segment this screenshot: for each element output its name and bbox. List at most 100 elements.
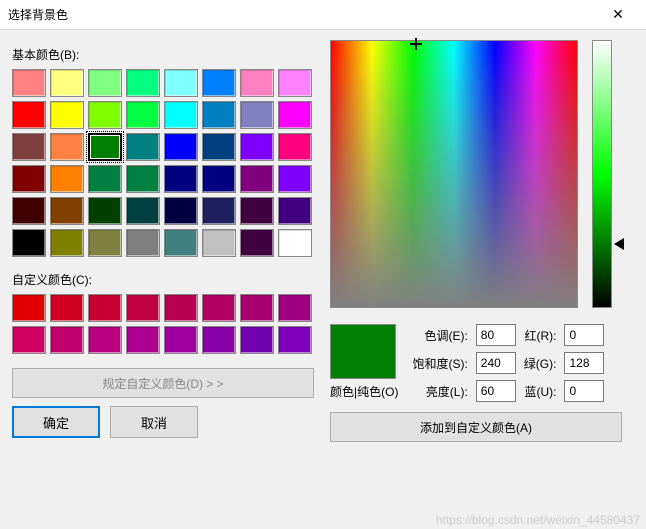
left-pane: 基本颜色(B): 自定义颜色(C): 规定自定义颜色(D) > > 确定 取消 (12, 40, 316, 442)
custom-swatch[interactable] (12, 326, 46, 354)
basic-swatch[interactable] (278, 69, 312, 97)
custom-swatch[interactable] (12, 294, 46, 322)
basic-swatch[interactable] (126, 133, 160, 161)
basic-swatch[interactable] (50, 133, 84, 161)
basic-swatch[interactable] (278, 133, 312, 161)
right-pane: 颜色|纯色(O) 色调(E): 红(R): 饱和度(S): 绿(G): 亮度(L… (330, 40, 634, 442)
basic-swatch[interactable] (202, 197, 236, 225)
dialog-content: 基本颜色(B): 自定义颜色(C): 规定自定义颜色(D) > > 确定 取消 … (0, 30, 646, 448)
numeric-inputs: 色调(E): 红(R): 饱和度(S): 绿(G): 亮度(L): 蓝(U): (412, 324, 604, 402)
custom-swatch[interactable] (278, 294, 312, 322)
blue-input[interactable] (564, 380, 604, 402)
red-input[interactable] (564, 324, 604, 346)
basic-swatch[interactable] (50, 101, 84, 129)
define-custom-button[interactable]: 规定自定义颜色(D) > > (12, 368, 314, 398)
basic-swatch[interactable] (240, 69, 274, 97)
basic-swatch[interactable] (164, 229, 198, 257)
sat-input[interactable] (476, 352, 516, 374)
preview-row: 颜色|纯色(O) 色调(E): 红(R): 饱和度(S): 绿(G): 亮度(L… (330, 324, 634, 402)
basic-swatch[interactable] (126, 101, 160, 129)
basic-swatch[interactable] (126, 69, 160, 97)
basic-swatch[interactable] (88, 101, 122, 129)
basic-swatch[interactable] (278, 229, 312, 257)
custom-swatch[interactable] (202, 294, 236, 322)
custom-swatch[interactable] (240, 326, 274, 354)
basic-swatch[interactable] (202, 229, 236, 257)
basic-swatch[interactable] (126, 197, 160, 225)
luminance-slider[interactable] (592, 40, 612, 308)
custom-swatch[interactable] (164, 294, 198, 322)
custom-colors-label: 自定义颜色(C): (12, 271, 316, 288)
basic-swatch[interactable] (164, 165, 198, 193)
basic-swatch[interactable] (12, 133, 46, 161)
basic-swatch[interactable] (202, 165, 236, 193)
basic-swatch[interactable] (88, 229, 122, 257)
lum-input[interactable] (476, 380, 516, 402)
basic-swatch[interactable] (50, 197, 84, 225)
basic-swatch[interactable] (202, 133, 236, 161)
window-title: 选择背景色 (8, 6, 598, 23)
basic-swatch[interactable] (278, 101, 312, 129)
basic-swatch[interactable] (50, 69, 84, 97)
basic-swatch[interactable] (278, 197, 312, 225)
basic-swatch[interactable] (164, 69, 198, 97)
custom-swatch[interactable] (126, 326, 160, 354)
basic-swatch[interactable] (240, 165, 274, 193)
basic-swatch[interactable] (88, 133, 122, 161)
custom-swatch[interactable] (278, 326, 312, 354)
basic-swatch[interactable] (240, 229, 274, 257)
cancel-button[interactable]: 取消 (110, 406, 198, 438)
basic-swatch[interactable] (50, 165, 84, 193)
solid-color-label: 颜色|纯色(O) (330, 383, 398, 400)
sat-label: 饱和度(S): (412, 355, 467, 372)
color-preview (330, 324, 396, 379)
basic-swatch[interactable] (240, 133, 274, 161)
basic-swatch[interactable] (240, 101, 274, 129)
basic-swatch[interactable] (164, 133, 198, 161)
crosshair-icon (410, 38, 422, 50)
add-custom-button[interactable]: 添加到自定义颜色(A) (330, 412, 622, 442)
basic-swatch[interactable] (240, 197, 274, 225)
basic-swatch[interactable] (202, 101, 236, 129)
close-icon[interactable]: ✕ (598, 1, 638, 29)
basic-swatch[interactable] (126, 165, 160, 193)
custom-swatch[interactable] (164, 326, 198, 354)
custom-swatch[interactable] (240, 294, 274, 322)
basic-colors-grid (12, 69, 316, 257)
preview-column: 颜色|纯色(O) (330, 324, 398, 400)
custom-swatch[interactable] (126, 294, 160, 322)
basic-swatch[interactable] (50, 229, 84, 257)
watermark: https://blog.csdn.net/weixin_44580437 (436, 513, 640, 527)
custom-colors-grid (12, 294, 316, 354)
red-label: 红(R): (524, 327, 557, 344)
basic-swatch[interactable] (12, 69, 46, 97)
basic-swatch[interactable] (12, 197, 46, 225)
basic-swatch[interactable] (12, 165, 46, 193)
ok-button[interactable]: 确定 (12, 406, 100, 438)
basic-swatch[interactable] (202, 69, 236, 97)
lum-label: 亮度(L): (412, 383, 467, 400)
custom-swatch[interactable] (50, 326, 84, 354)
green-label: 绿(G): (524, 355, 557, 372)
hue-input[interactable] (476, 324, 516, 346)
basic-swatch[interactable] (88, 69, 122, 97)
basic-swatch[interactable] (12, 101, 46, 129)
hue-label: 色调(E): (412, 327, 467, 344)
basic-colors-label: 基本颜色(B): (12, 46, 316, 63)
basic-swatch[interactable] (126, 229, 160, 257)
basic-swatch[interactable] (88, 165, 122, 193)
gradient-area (330, 40, 578, 308)
custom-swatch[interactable] (202, 326, 236, 354)
basic-swatch[interactable] (278, 165, 312, 193)
hue-sat-picker[interactable] (330, 40, 578, 308)
green-input[interactable] (564, 352, 604, 374)
blue-label: 蓝(U): (524, 383, 557, 400)
basic-swatch[interactable] (164, 101, 198, 129)
basic-swatch[interactable] (164, 197, 198, 225)
basic-swatch[interactable] (12, 229, 46, 257)
custom-swatch[interactable] (88, 294, 122, 322)
custom-swatch[interactable] (50, 294, 84, 322)
basic-swatch[interactable] (88, 197, 122, 225)
custom-swatch[interactable] (88, 326, 122, 354)
luminance-arrow-icon[interactable] (614, 238, 624, 250)
